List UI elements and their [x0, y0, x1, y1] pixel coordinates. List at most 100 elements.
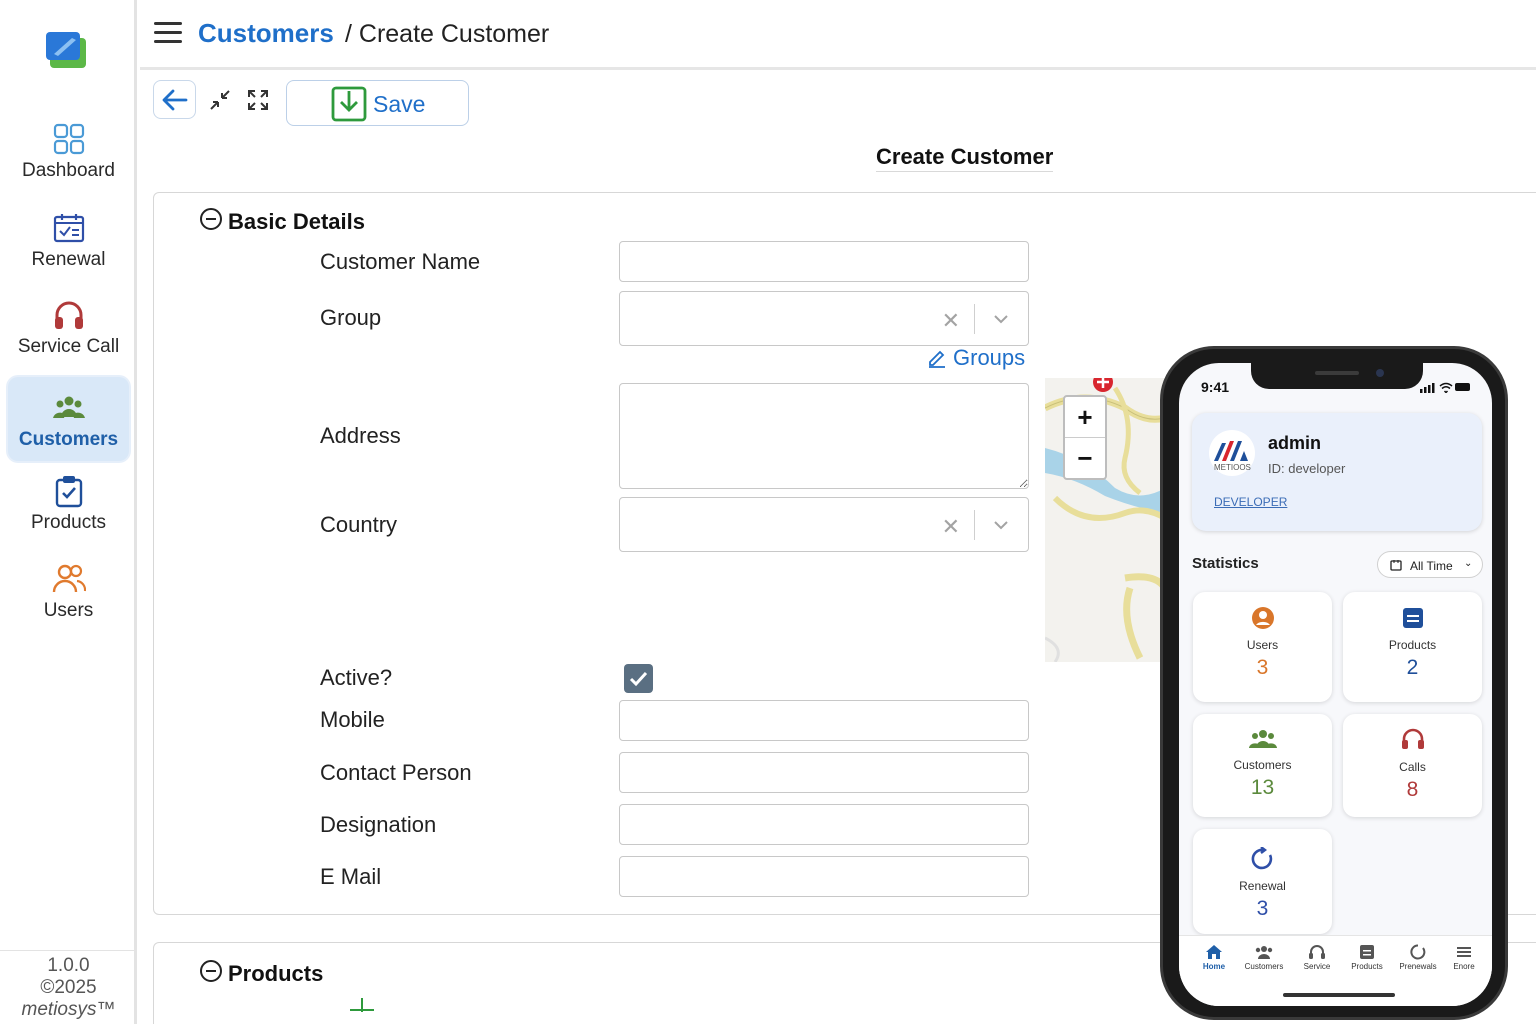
- collapse-icon[interactable]: [208, 88, 232, 112]
- address-textarea[interactable]: [619, 383, 1029, 489]
- user-circle-icon: [1251, 607, 1274, 629]
- app-logo-icon[interactable]: [44, 30, 88, 70]
- tab-home[interactable]: Home: [1188, 944, 1240, 971]
- home-indicator: [1283, 993, 1395, 997]
- phone-notch: [1251, 363, 1423, 389]
- sidebar-item-renewal[interactable]: Renewal: [8, 211, 129, 295]
- tab-label: Home: [1202, 962, 1226, 971]
- profile-brand: METIOOS: [1214, 463, 1251, 472]
- clear-icon[interactable]: ✕: [942, 308, 960, 334]
- email-input[interactable]: [619, 856, 1029, 897]
- sidebar-item-label: Service Call: [17, 336, 120, 357]
- stat-label: Renewal: [1239, 879, 1286, 893]
- tab-service[interactable]: Service: [1291, 944, 1343, 971]
- sidebar-item-label: Customers: [18, 429, 119, 450]
- stat-card-calls[interactable]: Calls 8: [1343, 714, 1482, 817]
- stat-label: Calls: [1399, 760, 1426, 774]
- home-icon: [1206, 945, 1222, 959]
- headset-icon: [54, 301, 83, 329]
- stat-value: 8: [1406, 778, 1419, 801]
- tab-label: Products: [1351, 962, 1383, 971]
- chevron-down-icon[interactable]: [991, 309, 1011, 329]
- customer-name-input[interactable]: [619, 241, 1029, 282]
- designation-input[interactable]: [619, 804, 1029, 845]
- groups-link[interactable]: Groups: [927, 345, 1025, 371]
- chevron-down-icon[interactable]: [991, 515, 1011, 535]
- address-label: Address: [320, 423, 401, 448]
- tab-products[interactable]: Products: [1341, 944, 1393, 971]
- edit-pencil-icon: [929, 350, 945, 368]
- stat-card-users[interactable]: Users 3: [1193, 592, 1332, 702]
- profile-role-link[interactable]: DEVELOPER: [1214, 495, 1287, 509]
- headset-icon: [1401, 728, 1424, 749]
- sidebar-item-customers[interactable]: Customers: [8, 377, 129, 461]
- time-filter-dropdown[interactable]: All Time ⌄: [1377, 551, 1483, 578]
- map-zoom-control: + −: [1063, 395, 1107, 480]
- save-button[interactable]: Save: [286, 80, 469, 126]
- clear-icon[interactable]: ✕: [942, 514, 960, 540]
- sidebar-item-products[interactable]: Products: [8, 474, 129, 558]
- collapse-section-icon[interactable]: [200, 208, 222, 230]
- people-group-icon: [1248, 730, 1277, 748]
- tab-label: Service: [1303, 962, 1331, 971]
- sidebar-divider: [0, 950, 137, 951]
- stat-card-renewal[interactable]: Renewal 3: [1193, 829, 1332, 934]
- tab-more[interactable]: Enore: [1438, 944, 1490, 971]
- profile-card[interactable]: METIOOS admin ID: developer DEVELOPER: [1192, 413, 1482, 531]
- tab-label: Prenewals: [1399, 962, 1437, 971]
- email-label: E Mail: [320, 864, 382, 889]
- profile-id: ID: developer: [1268, 461, 1346, 476]
- phone-mockup: 9:41 METIOOS admin ID: developer DEVELOP…: [1160, 346, 1508, 1020]
- fullscreen-icon[interactable]: [246, 88, 270, 112]
- stat-label: Users: [1246, 638, 1279, 652]
- section-title-basic-details: Basic Details: [228, 209, 365, 234]
- sidebar-item-label: Products: [31, 512, 106, 533]
- breadcrumb-current: / Create Customer: [345, 20, 550, 48]
- mobile-input[interactable]: [619, 700, 1029, 741]
- contact-person-input[interactable]: [619, 752, 1029, 793]
- stat-label: Products: [1388, 638, 1437, 652]
- stat-value: 3: [1256, 897, 1269, 920]
- calendar-icon: [1390, 560, 1402, 571]
- customer-name-label: Customer Name: [320, 249, 481, 274]
- stat-label: Customers: [1233, 758, 1292, 772]
- country-label: Country: [320, 512, 398, 537]
- headset-icon: [1309, 945, 1325, 959]
- tab-renewals[interactable]: Prenewals: [1392, 944, 1444, 971]
- sidebar-item-service-call[interactable]: Service Call: [8, 298, 129, 382]
- sidebar-item-label: Dashboard: [22, 160, 115, 181]
- zoom-in-button[interactable]: +: [1065, 397, 1105, 437]
- sidebar: Dashboard Renewal Service Call Customers…: [0, 0, 137, 1024]
- hamburger-menu-icon[interactable]: [154, 22, 182, 46]
- sidebar-item-users[interactable]: Users: [8, 562, 129, 646]
- tab-customers[interactable]: Customers: [1238, 944, 1290, 971]
- country-select[interactable]: ✕: [619, 497, 1029, 552]
- group-label: Group: [320, 305, 382, 330]
- time-filter-label: All Time: [1410, 559, 1453, 573]
- statistics-title: Statistics: [1192, 555, 1259, 572]
- zoom-out-button[interactable]: −: [1065, 438, 1105, 478]
- users-icon: [52, 564, 86, 593]
- stat-card-customers[interactable]: Customers 13: [1193, 714, 1332, 817]
- sidebar-item-dashboard[interactable]: Dashboard: [8, 122, 129, 206]
- app-version: 1.0.0: [47, 955, 90, 976]
- save-button-label: Save: [373, 91, 426, 117]
- page-title: Create Customer: [876, 144, 1054, 172]
- collapse-section-icon[interactable]: [200, 960, 222, 982]
- active-checkbox[interactable]: [624, 664, 653, 693]
- add-icon[interactable]: [350, 998, 374, 1012]
- groups-link-label: Groups: [953, 345, 1026, 370]
- refresh-icon: [1410, 944, 1426, 960]
- back-button[interactable]: [153, 80, 196, 119]
- sidebar-item-label: Users: [43, 600, 94, 621]
- dashboard-grid-icon: [53, 123, 84, 155]
- group-select[interactable]: ✕: [619, 291, 1029, 346]
- people-group-icon: [1255, 946, 1273, 959]
- calendar-icon: [53, 214, 84, 243]
- stat-card-products[interactable]: Products 2: [1343, 592, 1482, 702]
- breadcrumb-customers-link[interactable]: Customers: [198, 18, 334, 49]
- copyright: ©2025: [40, 977, 97, 998]
- checkmark-icon: [629, 671, 648, 687]
- section-title-products: Products: [228, 961, 324, 986]
- brand-name: metiosys™: [21, 999, 116, 1020]
